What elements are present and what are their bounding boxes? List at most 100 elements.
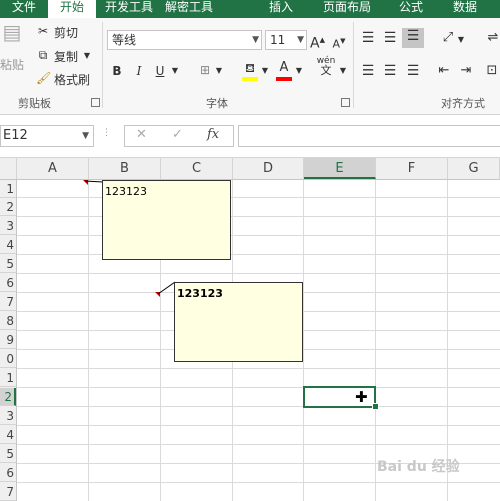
align-center-icon[interactable]: ☰ <box>382 63 398 79</box>
column-header-e[interactable]: E <box>304 158 376 179</box>
font-color-dropdown-icon[interactable]: ▼ <box>294 63 304 79</box>
comment-box[interactable]: 123123 <box>102 180 231 260</box>
orientation-dropdown-icon[interactable]: ▼ <box>456 32 466 48</box>
fill-handle[interactable] <box>372 403 379 410</box>
tab-page-layout[interactable]: 页面布局 <box>314 0 380 18</box>
cancel-button[interactable]: ✕ <box>136 127 147 142</box>
fill-color-button[interactable]: ⛾ <box>242 60 258 81</box>
group-divider <box>102 22 103 108</box>
row-header[interactable]: 3 <box>0 407 16 425</box>
tab-decrypt-tools[interactable]: 解密工具 <box>160 0 218 18</box>
align-right-icon[interactable]: ☰ <box>405 63 421 79</box>
chevron-down-icon: ▼ <box>252 35 259 45</box>
underline-dropdown-icon[interactable]: ▼ <box>170 63 180 79</box>
tab-file[interactable]: 文件 <box>0 0 48 18</box>
tab-home[interactable]: 开始 <box>48 0 96 19</box>
row-header[interactable]: 3 <box>0 217 16 235</box>
font-color-button[interactable]: A <box>276 60 292 81</box>
align-left-icon[interactable]: ☰ <box>360 63 376 79</box>
bottom-align-icon[interactable]: ☰ <box>402 28 424 48</box>
row-header[interactable]: 9 <box>0 331 16 349</box>
clipboard-launcher-icon[interactable] <box>91 98 100 107</box>
row-header[interactable]: 5 <box>0 255 16 273</box>
row-header[interactable]: 1 <box>0 369 16 387</box>
row-header[interactable]: 0 <box>0 350 16 368</box>
font-name-select[interactable]: 等线 ▼ <box>107 30 262 50</box>
grid-line <box>375 180 376 501</box>
top-align-icon[interactable]: ☰ <box>360 30 376 46</box>
grid-line <box>17 387 500 388</box>
column-header-d[interactable]: D <box>233 158 304 179</box>
grow-font-button[interactable]: A▲ <box>310 32 325 52</box>
cell-grid[interactable]: 123123 123123 ✚ Bai du 经验 <box>17 180 500 501</box>
font-launcher-icon[interactable] <box>341 98 350 107</box>
column-header-f[interactable]: F <box>376 158 448 179</box>
merge-center-icon[interactable]: ⊡ <box>484 63 500 79</box>
shrink-font-button[interactable]: A▼ <box>332 33 346 53</box>
cut-button[interactable]: 剪切 <box>54 24 78 41</box>
fill-dropdown-icon[interactable]: ▼ <box>260 63 270 79</box>
format-painter-icon[interactable]: 🖌 <box>36 70 51 86</box>
enter-button[interactable]: ✓ <box>172 127 183 142</box>
copy-icon[interactable]: ⧉ <box>36 47 50 63</box>
row-header[interactable]: 6 <box>0 464 16 482</box>
insert-function-button[interactable]: fx <box>207 127 219 142</box>
row-header[interactable]: 7 <box>0 483 16 501</box>
row-header[interactable]: 8 <box>0 312 16 330</box>
copy-button[interactable]: 复制 <box>54 48 78 65</box>
tab-developer[interactable]: 开发工具 <box>100 0 158 18</box>
grid-line <box>17 482 500 483</box>
name-box[interactable]: E12 ▼ <box>0 125 94 147</box>
row-header[interactable]: 4 <box>0 236 16 254</box>
row-header[interactable]: 7 <box>0 293 16 311</box>
font-size-select[interactable]: 11 ▼ <box>265 30 307 50</box>
copy-dropdown-icon[interactable]: ▼ <box>82 48 92 64</box>
grid-line <box>17 273 500 274</box>
paste-button[interactable]: 粘贴 <box>0 56 24 73</box>
select-all-corner[interactable] <box>0 158 17 179</box>
paint-bucket-icon: ⛾ <box>245 61 255 75</box>
phonetic-button[interactable]: wén 文 <box>316 56 336 76</box>
tab-formulas[interactable]: 公式 <box>390 0 432 18</box>
row-header[interactable]: 2 <box>0 198 16 216</box>
font-color-bar <box>276 77 292 81</box>
phonetic-dropdown-icon[interactable]: ▼ <box>338 63 348 79</box>
comment-box[interactable]: 123123 <box>174 282 303 362</box>
comment-text: 123123 <box>105 185 147 198</box>
chevron-down-icon: ▼ <box>82 131 89 141</box>
format-painter-button[interactable]: 格式刷 <box>54 71 90 88</box>
grid-line <box>17 235 500 236</box>
grid-line <box>17 216 500 217</box>
orientation-icon[interactable]: ⤢ <box>440 30 456 46</box>
tab-data[interactable]: 数据 <box>444 0 486 18</box>
font-group-label: 字体 <box>206 97 228 110</box>
middle-align-icon[interactable]: ☰ <box>382 30 398 46</box>
row-header[interactable]: 1 <box>0 180 16 198</box>
row-header[interactable]: 4 <box>0 426 16 444</box>
row-header-active[interactable]: 2 <box>0 388 16 406</box>
underline-button[interactable]: U <box>153 63 167 79</box>
border-icon[interactable]: ⊞ <box>197 62 213 78</box>
column-header-b[interactable]: B <box>89 158 161 179</box>
increase-indent-icon[interactable]: ⇥ <box>458 63 474 79</box>
wrap-text-icon[interactable]: ⇌ <box>485 30 500 46</box>
formula-input[interactable] <box>238 125 500 147</box>
decrease-indent-icon[interactable]: ⇤ <box>436 63 452 79</box>
column-header-c[interactable]: C <box>161 158 233 179</box>
grid-line <box>17 254 500 255</box>
ribbon-tab-bar: 文件 开始 开发工具 解密工具 插入 页面布局 公式 数据 <box>0 0 500 19</box>
bold-button[interactable]: B <box>110 63 124 79</box>
paste-icon[interactable]: ▤ <box>0 22 24 46</box>
column-header-a[interactable]: A <box>17 158 89 179</box>
row-header[interactable]: 6 <box>0 274 16 292</box>
row-header[interactable]: 5 <box>0 445 16 463</box>
grid-line <box>17 368 500 369</box>
tab-insert[interactable]: 插入 <box>260 0 302 18</box>
cut-icon[interactable]: ✂ <box>36 23 50 39</box>
grid-line <box>447 180 448 501</box>
font-size-value: 11 <box>270 33 286 47</box>
column-header-g[interactable]: G <box>448 158 500 179</box>
border-dropdown-icon[interactable]: ▼ <box>214 63 224 79</box>
italic-button[interactable]: I <box>132 63 146 79</box>
resize-handle-icon[interactable]: ⋮ <box>102 128 111 138</box>
